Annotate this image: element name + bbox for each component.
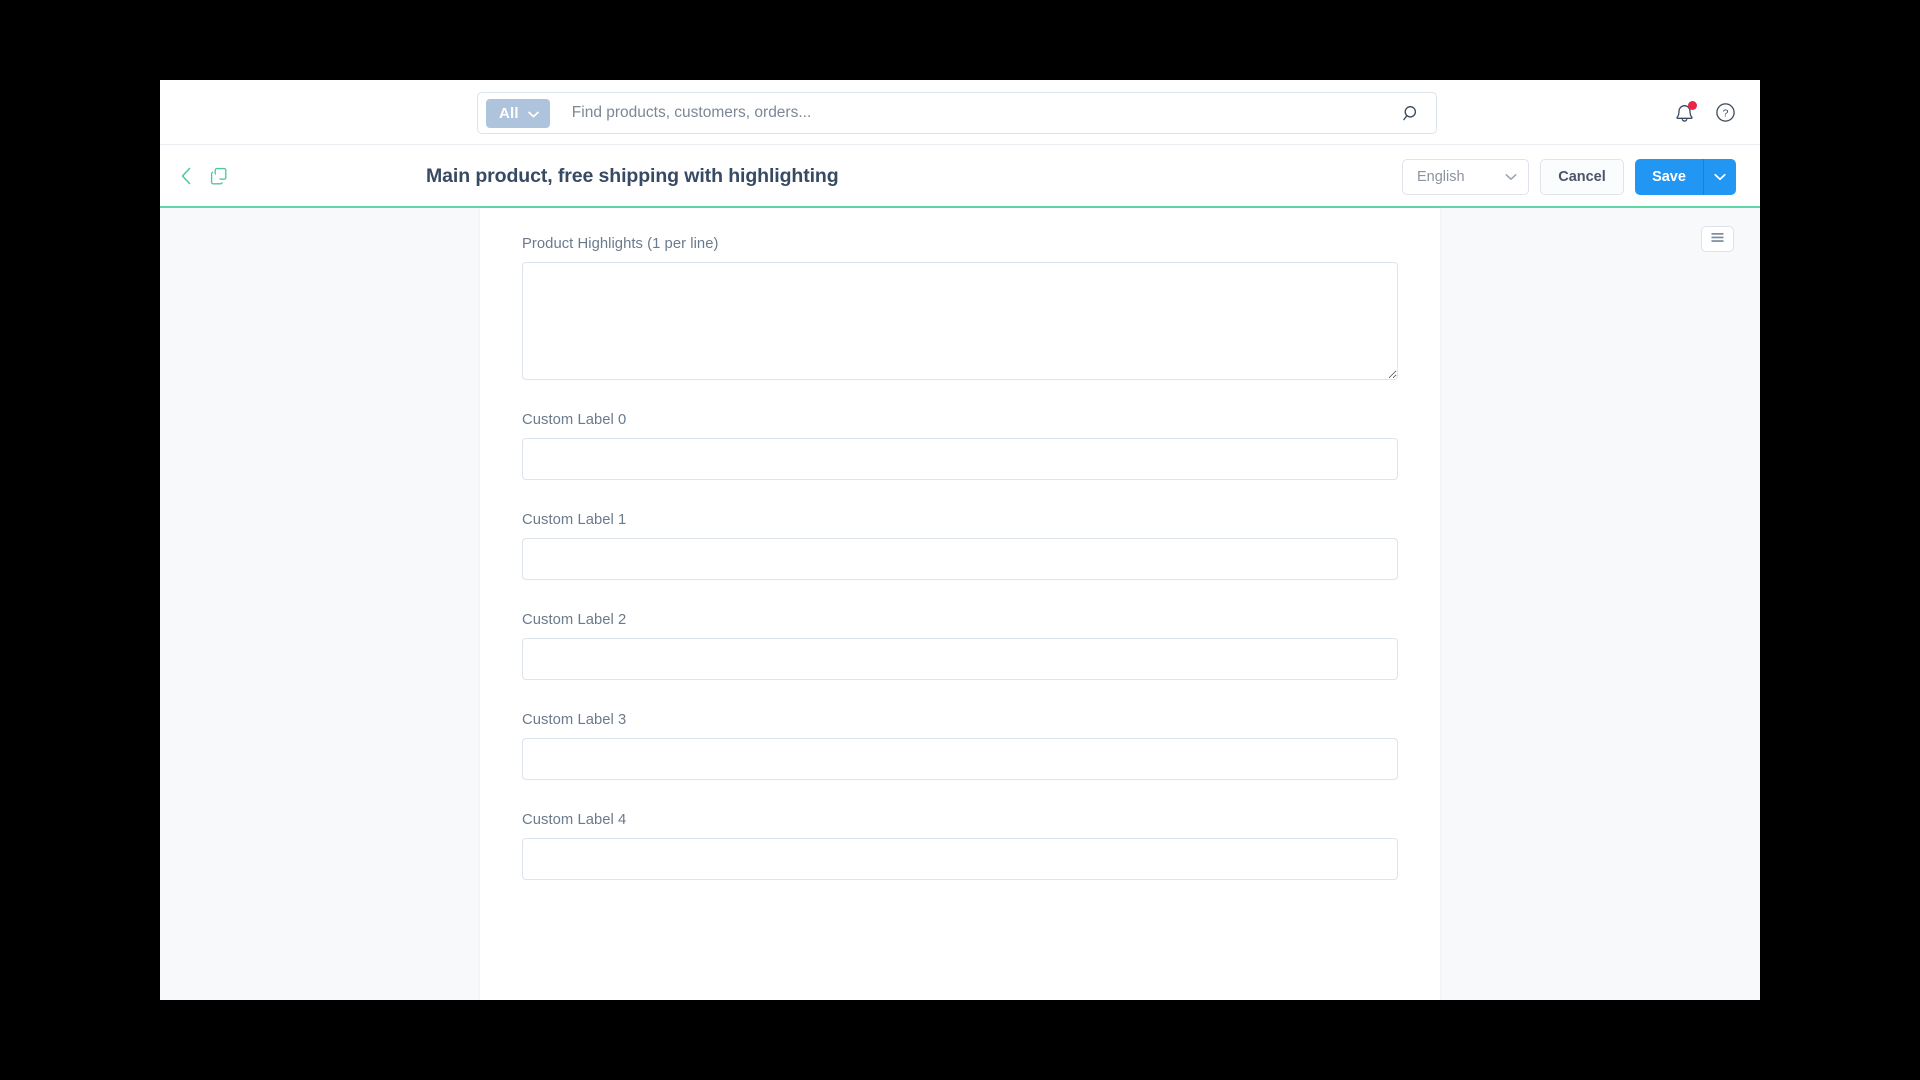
notification-badge: [1688, 100, 1697, 110]
chevron-down-icon: [1505, 169, 1517, 185]
chevron-left-icon[interactable]: [180, 167, 193, 185]
list-menu-button[interactable]: [1701, 226, 1734, 252]
field-label: Custom Label 0: [522, 412, 627, 428]
language-select[interactable]: English: [1402, 158, 1529, 195]
field-spacer: [522, 586, 1398, 612]
question-circle-icon[interactable]: ?: [1715, 102, 1736, 123]
field-custom-label-1: Custom Label 1: [522, 512, 1398, 580]
field-label: Custom Label 4: [522, 812, 627, 828]
list-menu-icon: [1710, 230, 1725, 248]
field-product-highlights: Product Highlights (1 per line): [522, 236, 1398, 380]
language-select-value: English: [1417, 168, 1465, 185]
field-custom-label-0: Custom Label 0: [522, 412, 1398, 480]
save-options-button[interactable]: [1703, 158, 1736, 195]
custom-label-0-input[interactable]: [522, 438, 1398, 480]
search-input[interactable]: [549, 104, 1396, 122]
page-toolbar: Main product, free shipping with highlig…: [160, 145, 1760, 208]
field-label: Product Highlights (1 per line): [522, 236, 719, 252]
custom-label-2-input[interactable]: [522, 638, 1398, 680]
header-actions: ?: [1674, 80, 1736, 145]
field-spacer: [522, 486, 1398, 512]
chevron-down-icon: [527, 105, 539, 122]
save-button[interactable]: Save: [1635, 158, 1703, 195]
toolbar-left-actions: [160, 167, 228, 185]
search-icon[interactable]: [1396, 105, 1426, 122]
browser-viewport: All Find products, customers, orders... …: [160, 80, 1760, 1000]
custom-label-1-input[interactable]: [522, 538, 1398, 580]
svg-text:?: ?: [1723, 108, 1729, 120]
product-form-card: Product Highlights (1 per line) Custom L…: [480, 208, 1440, 1000]
product-highlights-textarea[interactable]: [522, 262, 1398, 380]
field-custom-label-3: Custom Label 3: [522, 712, 1398, 780]
field-label: Custom Label 2: [522, 612, 627, 628]
toolbar-right-actions: English Cancel Save: [1402, 145, 1736, 208]
copy-icon[interactable]: [210, 167, 228, 185]
content-area: Product Highlights (1 per line) Custom L…: [160, 208, 1760, 1000]
chevron-down-icon: [1714, 169, 1726, 184]
global-search-bar: All: [477, 92, 1437, 134]
field-label: Custom Label 3: [522, 712, 627, 728]
page-title: Main product, free shipping with highlig…: [426, 165, 839, 187]
field-spacer: [522, 386, 1398, 412]
field-spacer: [522, 786, 1398, 812]
field-custom-label-4: Custom Label 4: [522, 812, 1398, 880]
bell-icon[interactable]: [1674, 100, 1697, 124]
custom-label-3-input[interactable]: [522, 738, 1398, 780]
field-custom-label-2: Custom Label 2: [522, 612, 1398, 680]
search-scope-filter[interactable]: All: [486, 98, 550, 128]
field-spacer: [522, 686, 1398, 712]
global-header: All Find products, customers, orders... …: [160, 80, 1760, 145]
save-split-button: Save: [1635, 158, 1736, 195]
field-label: Custom Label 1: [522, 512, 627, 528]
cancel-button[interactable]: Cancel: [1540, 158, 1624, 195]
search-scope-label: All: [499, 104, 519, 122]
custom-label-4-input[interactable]: [522, 838, 1398, 880]
